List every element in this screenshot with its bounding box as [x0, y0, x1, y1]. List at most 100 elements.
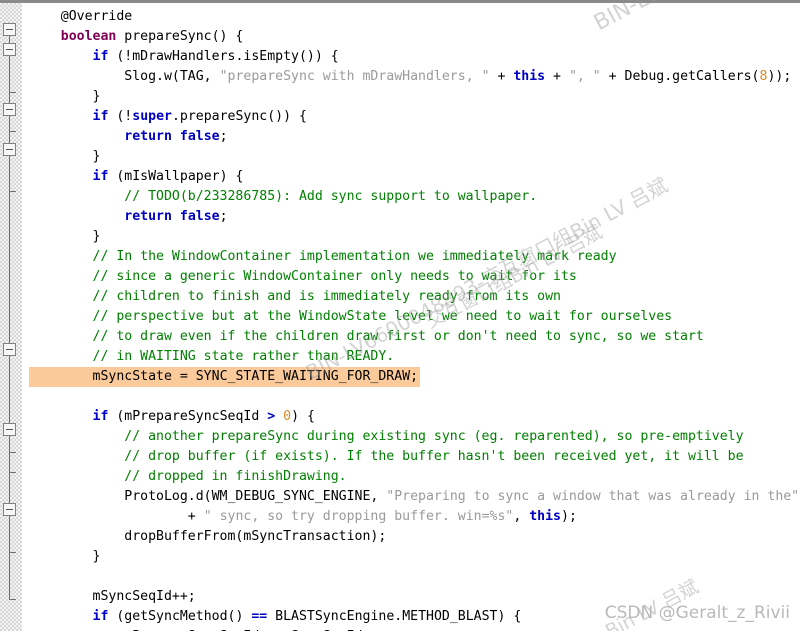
code-token-plain: } [92, 549, 101, 564]
code-line[interactable]: } [29, 547, 101, 567]
code-token-plain: )); [767, 69, 792, 84]
code-line[interactable]: mPrepareSyncSeqId = mSyncSeqId; [29, 627, 370, 631]
code-token-plain: } [92, 149, 101, 164]
code-token-cmt: // drop buffer (if exists). If the buffe… [124, 449, 744, 464]
fold-branch-tick [9, 191, 16, 192]
fold-collapse-icon[interactable] [3, 103, 16, 116]
code-line[interactable]: boolean prepareSync() { [29, 27, 244, 47]
fold-collapse-icon[interactable] [3, 43, 16, 56]
code-token-plain: prepareSync() { [116, 29, 244, 44]
code-line[interactable]: if (!mDrawHandlers.isEmpty()) { [29, 47, 339, 67]
code-line[interactable]: // In the WindowContainer implementation… [29, 247, 617, 267]
code-line[interactable]: // children to finish and is immediately… [29, 287, 561, 307]
code-line[interactable]: Slog.w(TAG, "prepareSync with mDrawHandl… [29, 67, 791, 87]
code-token-cmt: // another prepareSync during existing s… [124, 429, 744, 444]
fold-collapse-icon[interactable] [3, 503, 16, 516]
code-token-kw2: == [251, 609, 268, 624]
code-token-cmt: // TODO(b/233286785): Add sync support t… [124, 189, 538, 204]
code-line[interactable]: if (!super.prepareSync()) { [29, 107, 307, 127]
code-line[interactable]: if (getSyncMethod() == BLASTSyncEngine.M… [29, 607, 522, 627]
code-token-kw2: if [92, 169, 109, 184]
code-token-plain: (mPrepareSyncSeqId [108, 409, 268, 424]
code-token-cmt: // perspective but at the WindowState le… [92, 309, 673, 324]
fold-collapse-icon[interactable] [3, 23, 16, 36]
code-line[interactable]: return false; [29, 127, 228, 147]
fold-collapse-icon[interactable] [3, 423, 16, 436]
code-line[interactable]: if (mPrepareSyncSeqId > 0) { [29, 407, 315, 427]
code-line[interactable]: + " sync, so try dropping buffer. win=%s… [29, 507, 577, 527]
code-line[interactable]: // perspective but at the WindowState le… [29, 307, 673, 327]
code-content-area[interactable]: @Override boolean prepareSync() { if (!m… [29, 3, 800, 631]
fold-collapse-icon[interactable] [3, 143, 16, 156]
code-line[interactable]: } [29, 147, 101, 167]
code-token-plain: mSyncState = SYNC_STATE_WAITING_FOR_DRAW… [92, 369, 419, 384]
code-line[interactable]: mSyncSeqId++; [29, 587, 196, 607]
code-token-str: "Preparing to sync a window that was alr… [386, 489, 800, 504]
code-token-cmt: // since a generic WindowContainer only … [92, 269, 577, 284]
code-line[interactable]: // to draw even if the children draw fir… [29, 327, 704, 347]
fold-collapse-icon[interactable] [3, 343, 16, 356]
code-line[interactable]: // TODO(b/233286785): Add sync support t… [29, 187, 537, 207]
code-token-plain: (!mDrawHandlers.isEmpty()) { [108, 49, 339, 64]
code-line[interactable]: // since a generic WindowContainer only … [29, 267, 577, 287]
code-line[interactable]: } [29, 87, 101, 107]
code-token-plain: ProtoLog.d(WM_DEBUG_SYNC_ENGINE, [124, 489, 387, 504]
code-token-cmt: // In the WindowContainer implementation… [92, 249, 617, 264]
code-line[interactable]: } [29, 227, 101, 247]
code-token-num: 0 [283, 409, 292, 424]
code-token-plain: .prepareSync()) { [171, 109, 307, 124]
code-token-plain: ) { [291, 409, 315, 424]
code-token-kw: boolean [60, 29, 117, 44]
code-token-plain: } [92, 89, 101, 104]
code-token-kw2: if [92, 609, 109, 624]
fold-branch-tick [9, 452, 16, 453]
code-token-kw2: if [92, 109, 109, 124]
fold-branch-tick [9, 92, 16, 93]
code-token-kw2: super [132, 109, 172, 124]
fold-branch-tick [9, 552, 16, 553]
code-token-plain: + [545, 69, 569, 84]
code-fold-gutter[interactable] [0, 3, 23, 631]
gutter-edge-spacer [22, 3, 29, 631]
code-line[interactable]: ProtoLog.d(WM_DEBUG_SYNC_ENGINE, "Prepar… [29, 487, 799, 507]
code-line[interactable]: // dropped in finishDrawing. [29, 467, 346, 487]
code-line[interactable]: dropBufferFrom(mSyncTransaction); [29, 527, 386, 547]
code-token-plain: dropBufferFrom(mSyncTransaction); [124, 529, 387, 544]
code-token-plain: (mIsWallpaper) { [108, 169, 244, 184]
code-token-plain: ); [561, 509, 577, 524]
fold-branch-tick [9, 472, 16, 473]
code-line[interactable]: return false; [29, 207, 227, 227]
code-token-plain: BLASTSyncEngine.METHOD_BLAST) { [267, 609, 522, 624]
code-token-cmt: // to draw even if the children draw fir… [92, 329, 704, 344]
code-token-kw2: return [124, 129, 172, 144]
code-line[interactable]: @Override [29, 7, 132, 27]
code-line[interactable]: // in WAITING state rather than READY. [29, 347, 395, 367]
code-line[interactable]: if (mIsWallpaper) { [29, 167, 244, 187]
code-token-plain: ; [219, 129, 228, 144]
code-line-highlighted[interactable]: mSyncState = SYNC_STATE_WAITING_FOR_DRAW… [29, 367, 421, 387]
code-line[interactable]: // another prepareSync during existing s… [29, 427, 744, 447]
code-line[interactable]: // drop buffer (if exists). If the buffe… [29, 447, 744, 467]
